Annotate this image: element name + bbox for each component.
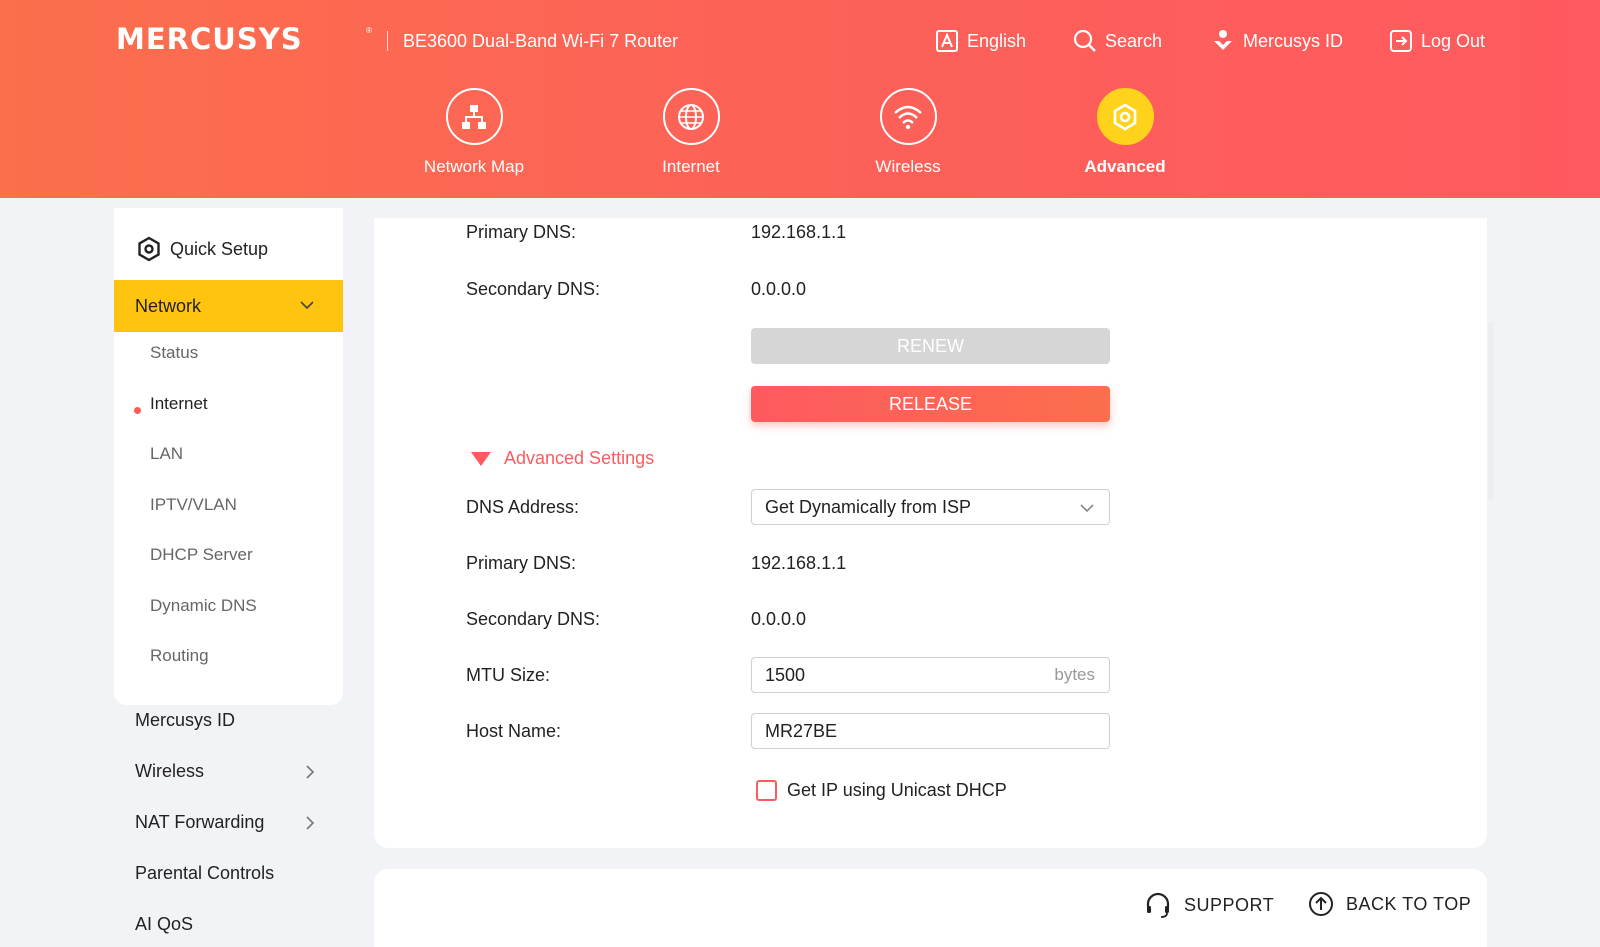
chevron-down-icon (300, 301, 314, 310)
language-button[interactable]: English (935, 28, 1026, 54)
primary-dns-value: 192.168.1.1 (751, 222, 847, 242)
back-to-top-link[interactable]: BACK TO TOP (1308, 891, 1471, 917)
nav-network-map-label: Network Map (423, 157, 525, 176)
nav-network-map[interactable]: Network Map (394, 88, 554, 177)
primary-dns-label: Primary DNS: (466, 222, 577, 242)
sidebar-sub-status[interactable]: Status (150, 343, 198, 363)
renew-button[interactable]: RENEW (751, 328, 1110, 364)
sidebar-item-quick-setup[interactable]: Quick Setup (136, 236, 268, 262)
host-name-value: MR27BE (765, 720, 838, 741)
adv-secondary-dns-value: 0.0.0.0 (751, 609, 807, 629)
advanced-settings-toggle[interactable]: Advanced Settings (470, 448, 654, 469)
search-icon (1073, 29, 1096, 52)
nav-advanced[interactable]: Advanced (1045, 88, 1205, 177)
nav-internet[interactable]: Internet (611, 88, 771, 177)
registered-mark: ® (366, 26, 372, 35)
mtu-unit-suffix: bytes (1054, 665, 1095, 684)
wifi-icon (879, 88, 937, 145)
logout-button[interactable]: Log Out (1389, 28, 1485, 54)
sidebar-item-wireless[interactable]: Wireless (135, 761, 204, 782)
sidebar-item-nat-forwarding[interactable]: NAT Forwarding (135, 812, 264, 833)
search-button[interactable]: Search (1073, 28, 1162, 54)
headset-icon (1146, 892, 1170, 918)
nav-advanced-label: Advanced (1084, 157, 1166, 176)
sidebar-panel: Quick Setup Network Status Internet LAN … (114, 208, 343, 705)
nav-wireless-label: Wireless (875, 157, 941, 176)
sidebar-sub-dhcp-server[interactable]: DHCP Server (150, 545, 253, 565)
gear-icon (1096, 88, 1154, 145)
dns-address-select[interactable]: Get Dynamically from ISP (751, 489, 1110, 525)
host-name-input[interactable]: MR27BE (751, 713, 1110, 749)
logout-label: Log Out (1421, 30, 1486, 51)
support-label: SUPPORT (1184, 894, 1275, 915)
quick-setup-icon (138, 236, 160, 262)
router-model: BE3600 Dual-Band Wi-Fi 7 Router (403, 31, 679, 51)
secondary-dns-value: 0.0.0.0 (751, 279, 807, 299)
host-name-label: Host Name: (466, 721, 562, 741)
language-icon (936, 30, 958, 52)
triangle-down-icon (471, 451, 491, 466)
back-to-top-label: BACK TO TOP (1346, 893, 1472, 914)
nav-internet-label: Internet (662, 157, 720, 176)
arrow-up-icon (1309, 892, 1333, 916)
checkbox-box[interactable] (756, 780, 777, 801)
search-label: Search (1105, 30, 1163, 51)
chevron-right-icon (306, 816, 315, 830)
secondary-dns-label: Secondary DNS: (466, 279, 601, 299)
sidebar-sub-routing[interactable]: Routing (150, 646, 209, 666)
footer: SUPPORT BACK TO TOP (374, 869, 1487, 947)
globe-icon (662, 88, 720, 145)
sidebar: Quick Setup Network Status Internet LAN … (114, 208, 343, 947)
sidebar-item-mercusys-id[interactable]: Mercusys ID (135, 710, 235, 731)
brand-logo: MERCUSYS (116, 22, 303, 56)
scrollbar[interactable] (1488, 322, 1494, 500)
support-link[interactable]: SUPPORT (1144, 891, 1274, 919)
sidebar-item-parental-controls[interactable]: Parental Controls (135, 863, 274, 884)
network-map-icon (445, 88, 503, 145)
advanced-settings-label: Advanced Settings (504, 448, 655, 468)
nav-wireless[interactable]: Wireless (828, 88, 988, 177)
internet-settings-panel: Primary DNS: 192.168.1.1 Secondary DNS: … (374, 218, 1487, 848)
sidebar-item-network[interactable]: Network (114, 280, 343, 332)
chevron-down-icon (1080, 504, 1094, 513)
unicast-dhcp-checkbox[interactable]: Get IP using Unicast DHCP (756, 780, 1007, 801)
sidebar-sub-internet[interactable]: Internet (150, 394, 208, 414)
adv-primary-dns-value: 192.168.1.1 (751, 553, 847, 573)
mtu-size-label: MTU Size: (466, 665, 551, 685)
dns-address-value: Get Dynamically from ISP (765, 496, 972, 517)
mercusys-id-button[interactable]: Mercusys ID (1211, 28, 1343, 54)
active-indicator-dot (134, 407, 141, 414)
sidebar-sub-dynamic-dns[interactable]: Dynamic DNS (150, 596, 257, 616)
chevron-right-icon (306, 765, 315, 779)
adv-primary-dns-label: Primary DNS: (466, 553, 577, 573)
mtu-size-value: 1500 (765, 664, 806, 685)
release-button[interactable]: RELEASE (751, 386, 1110, 422)
network-label: Network (135, 295, 202, 316)
top-header: MERCUSYS ® BE3600 Dual-Band Wi-Fi 7 Rout… (0, 0, 1600, 198)
sidebar-sub-iptv-vlan[interactable]: IPTV/VLAN (150, 495, 237, 515)
dns-address-label: DNS Address: (466, 497, 580, 517)
language-label: English (967, 30, 1027, 51)
user-icon (1214, 30, 1232, 50)
mercusys-id-label: Mercusys ID (1243, 30, 1344, 51)
adv-secondary-dns-label: Secondary DNS: (466, 609, 601, 629)
quick-setup-label: Quick Setup (170, 238, 269, 259)
logo-divider (387, 31, 388, 51)
sidebar-sub-lan[interactable]: LAN (150, 444, 183, 464)
mtu-size-input[interactable]: 1500 bytes (751, 657, 1110, 693)
logout-icon (1390, 30, 1412, 52)
sidebar-item-ai-qos[interactable]: AI QoS (135, 914, 193, 935)
unicast-dhcp-label: Get IP using Unicast DHCP (787, 780, 1007, 800)
